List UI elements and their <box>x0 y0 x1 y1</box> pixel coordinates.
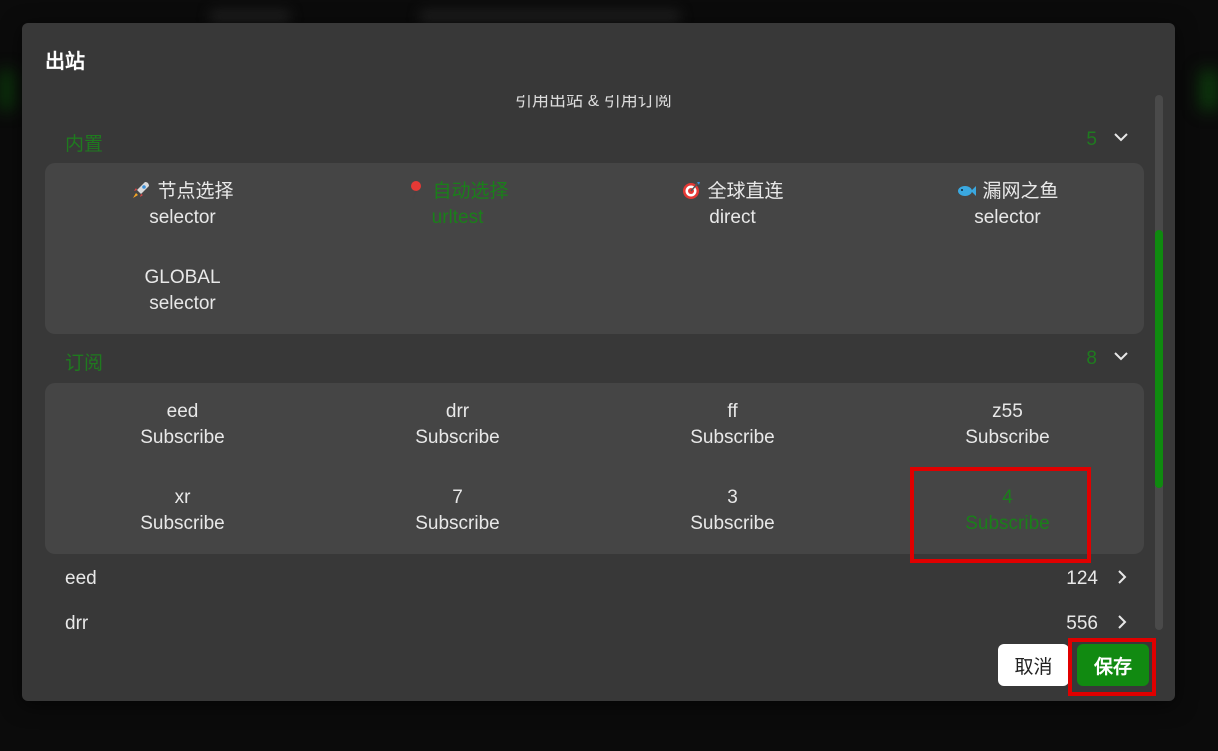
background-blur <box>1200 70 1218 110</box>
subscription-title: z55 <box>992 401 1023 422</box>
subscription-card[interactable]: ff Subscribe <box>595 399 870 451</box>
subscription-type: Subscribe <box>690 513 775 534</box>
scrollbar-thumb[interactable] <box>1155 230 1163 488</box>
subscription-card[interactable]: 3 Subscribe <box>595 485 870 537</box>
save-button[interactable]: 保存 <box>1077 644 1149 686</box>
chevron-down-icon[interactable] <box>1111 346 1131 366</box>
group-row-eed[interactable]: eed 124 <box>45 566 1144 596</box>
outbound-card[interactable]: GLOBAL selector <box>45 265 320 317</box>
group-count: 556 <box>1066 613 1098 634</box>
group-count: 124 <box>1066 568 1098 589</box>
subscription-title: 7 <box>452 487 463 508</box>
subscription-type: Subscribe <box>140 513 225 534</box>
pushpin-icon <box>411 181 422 200</box>
group-name: drr <box>65 613 89 634</box>
outbound-card[interactable]: 全球直连 direct <box>595 179 870 231</box>
dialog-scroll-area[interactable]: 引用出站 & 引用订阅 内置 5 节点选择 selector 自动选择 urlt… <box>22 95 1162 635</box>
outbound-card[interactable]: 节点选择 selector <box>45 179 320 231</box>
chevron-right-icon <box>1118 615 1127 629</box>
outbound-title: 节点选择 <box>157 181 234 202</box>
subscription-type: Subscribe <box>965 427 1050 448</box>
section-header-subscriptions[interactable]: 订阅 8 <box>45 346 1145 376</box>
group-row-drr[interactable]: drr 556 <box>45 611 1144 635</box>
subscription-title: eed <box>166 401 199 422</box>
subscription-title: 4 <box>1002 487 1013 508</box>
subscription-type: Subscribe <box>415 513 500 534</box>
background-blur <box>0 70 14 110</box>
subscription-type: Subscribe <box>140 427 225 448</box>
dialog-title: 出站 <box>45 51 85 73</box>
subscription-type: Subscribe <box>690 427 775 448</box>
outbound-title: 漏网之鱼 <box>982 181 1059 202</box>
subscription-card[interactable]: eed Subscribe <box>45 399 320 451</box>
outbound-type: selector <box>149 207 216 228</box>
subscription-title: xr <box>174 487 191 508</box>
dart-target-icon <box>683 182 701 199</box>
partial-section-heading: 引用出站 & 引用订阅 <box>515 95 672 110</box>
subscription-card[interactable]: xr Subscribe <box>45 485 320 537</box>
outbound-type: selector <box>974 207 1041 228</box>
outbound-title: 自动选择 <box>432 181 509 202</box>
scrollbar-track[interactable] <box>1155 95 1163 630</box>
outbound-card-selected[interactable]: 自动选择 urltest <box>320 179 595 231</box>
fish-icon <box>958 186 977 196</box>
section-count: 8 <box>1086 348 1097 369</box>
rocket-icon <box>133 182 150 198</box>
subscription-card[interactable]: z55 Subscribe <box>870 399 1145 451</box>
section-label: 内置 <box>65 134 104 155</box>
subscription-grid: eed Subscribe drr Subscribe ff Subscribe… <box>45 383 1144 554</box>
chevron-right-icon <box>1118 570 1127 584</box>
subscription-type: Subscribe <box>415 427 500 448</box>
outbound-type: direct <box>709 207 756 228</box>
subscription-card[interactable]: 7 Subscribe <box>320 485 595 537</box>
background-blur <box>420 10 680 24</box>
subscription-title: drr <box>445 401 470 422</box>
outbound-type: urltest <box>431 207 484 228</box>
section-label: 订阅 <box>65 353 104 374</box>
outbound-type: selector <box>149 293 216 314</box>
subscription-title: ff <box>727 401 738 422</box>
subscription-title: 3 <box>727 487 738 508</box>
builtin-outbound-grid: 节点选择 selector 自动选择 urltest 全球直连 direct 漏… <box>45 163 1144 334</box>
section-count: 5 <box>1086 129 1097 150</box>
subscription-type: Subscribe <box>965 513 1050 534</box>
subscription-card[interactable]: drr Subscribe <box>320 399 595 451</box>
group-name: eed <box>65 568 97 589</box>
outbound-title: GLOBAL <box>144 267 221 288</box>
background-blur <box>210 10 290 24</box>
section-header-builtin[interactable]: 内置 5 <box>45 127 1145 157</box>
outbound-dialog: 出站 引用出站 & 引用订阅 内置 5 节点选择 selector 自动选择 u… <box>22 23 1175 701</box>
outbound-title: 全球直连 <box>707 181 784 202</box>
subscription-card-selected[interactable]: 4 Subscribe <box>870 485 1145 537</box>
chevron-down-icon[interactable] <box>1111 127 1131 147</box>
cancel-button[interactable]: 取消 <box>998 644 1069 686</box>
outbound-card[interactable]: 漏网之鱼 selector <box>870 179 1145 231</box>
